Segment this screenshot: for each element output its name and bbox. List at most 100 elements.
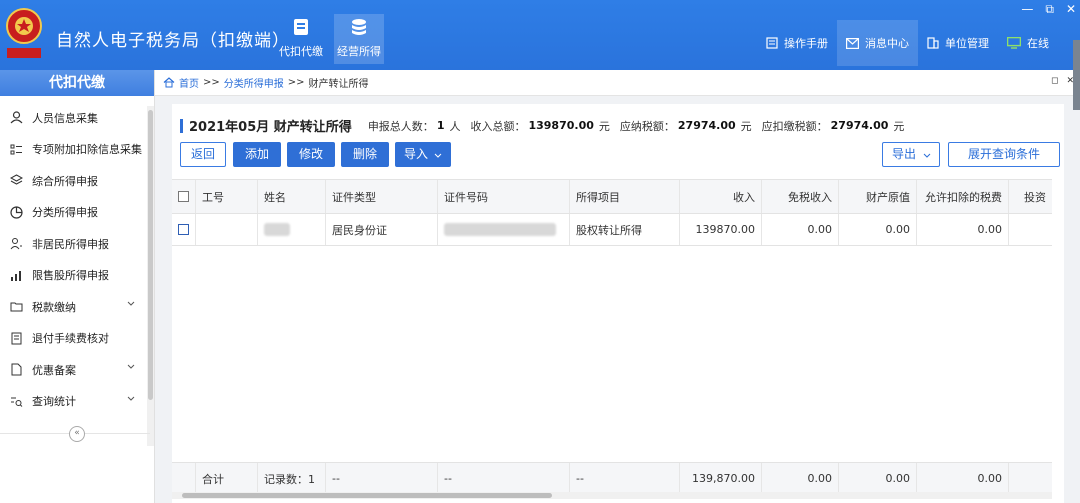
- select-all-checkbox[interactable]: [178, 191, 189, 202]
- withhold-value: 27974.00: [830, 119, 889, 132]
- sidebar-item-label: 人员信息采集: [32, 111, 98, 125]
- cell-investment: [1009, 214, 1052, 245]
- sidebar-item-preferential[interactable]: 优惠备案: [0, 354, 154, 386]
- tax-value: 27974.00: [677, 119, 736, 132]
- footer-deductible: 0.00: [917, 463, 1009, 494]
- collapse-sidebar-button[interactable]: «: [69, 426, 85, 442]
- sidebar-item-comprehensive[interactable]: 综合所得申报: [0, 165, 154, 197]
- manual-icon: [766, 37, 778, 49]
- app-title: 自然人电子税务局（扣缴端）: [56, 31, 290, 51]
- tab-withholding[interactable]: 代扣代缴: [276, 14, 326, 64]
- sidebar-item-label: 查询统计: [32, 395, 76, 409]
- redacted-id-number: [444, 223, 556, 236]
- scrollbar-thumb[interactable]: [182, 493, 552, 498]
- online-status[interactable]: 在线: [998, 20, 1058, 66]
- cell-income-item: 股权转让所得: [570, 214, 680, 245]
- footer-original-value: 0.00: [839, 463, 917, 494]
- import-label: 导入: [404, 147, 429, 161]
- column-header[interactable]: 投资: [1009, 180, 1052, 213]
- footer-total-label: 合计: [196, 463, 258, 494]
- redacted-name: [264, 223, 290, 236]
- sidebar-item-classified[interactable]: 分类所得申报: [0, 197, 154, 229]
- cell-id-type: 居民身份证: [326, 214, 438, 245]
- tax-label: 应纳税额：: [619, 119, 675, 133]
- message-center-button[interactable]: 消息中心: [837, 20, 918, 66]
- file-icon: [11, 363, 22, 376]
- panel-controls: ◻ ✕: [1051, 76, 1074, 86]
- page-title: 2021年05月 财产转让所得: [189, 120, 352, 135]
- tab-label: 经营所得: [337, 45, 381, 58]
- row-checkbox[interactable]: [178, 224, 189, 235]
- import-dropdown[interactable]: 导入: [395, 142, 451, 167]
- tab-business-income[interactable]: 经营所得: [334, 14, 384, 64]
- column-header[interactable]: 允许扣除的税费: [917, 180, 1009, 213]
- minimize-button[interactable]: —: [1021, 2, 1033, 17]
- main-panel: 2021年05月 财产转让所得 申报总人数： 1 人 收入总额： 139870.00 元…: [172, 104, 1064, 503]
- mail-icon: [846, 37, 859, 49]
- breadcrumb-classified[interactable]: 分类所得申报: [224, 75, 284, 90]
- sidebar-title: 代扣代缴: [0, 70, 154, 96]
- sidebar-item-personnel[interactable]: 人员信息采集: [0, 102, 154, 134]
- unit-management-button[interactable]: 单位管理: [918, 20, 998, 66]
- sidebar-scrollbar[interactable]: [147, 106, 154, 446]
- top-right-menu: 操作手册 消息中心 单位管理 在线: [757, 20, 1058, 66]
- sidebar-item-label: 限售股所得申报: [32, 269, 109, 283]
- sidebar-item-label: 分类所得申报: [32, 206, 98, 220]
- right-edge-scrollbar[interactable]: [1073, 40, 1080, 110]
- sidebar-item-nonresident[interactable]: 非居民所得申报: [0, 228, 154, 260]
- title-accent: [180, 118, 183, 133]
- sidebar-item-label: 专项附加扣除信息采集: [32, 143, 142, 157]
- data-table: 工号 姓名 证件类型 证件号码 所得项目 收入 免税收入 财产原值 允许扣除的税…: [172, 179, 1052, 499]
- column-header[interactable]: 收入: [680, 180, 762, 213]
- close-button[interactable]: ✕: [1066, 2, 1076, 17]
- sidebar-item-label: 退付手续费核对: [32, 332, 109, 346]
- footer-record-count: 记录数：1: [258, 463, 326, 494]
- income-value: 139870.00: [528, 119, 594, 132]
- add-button[interactable]: 添加: [233, 142, 281, 167]
- toolbar: 返回 添加 修改 删除 导入 导出 展开查询条件: [180, 142, 1060, 168]
- edit-button[interactable]: 修改: [287, 142, 335, 167]
- back-button[interactable]: 返回: [180, 142, 226, 167]
- manual-button[interactable]: 操作手册: [757, 20, 837, 66]
- list-icon: [10, 144, 22, 155]
- coins-icon: [352, 19, 366, 35]
- restore-panel-icon[interactable]: ◻: [1051, 76, 1058, 86]
- app-header: 自然人电子税务局（扣缴端） 代扣代缴 经营所得 操作手册 消息中心 单位管理 在…: [0, 0, 1080, 70]
- export-dropdown[interactable]: 导出: [882, 142, 940, 167]
- income-label: 收入总额：: [470, 119, 526, 133]
- count-label: 申报总人数：: [367, 119, 434, 133]
- layers-icon: [10, 174, 23, 185]
- cell-income: 139870.00: [680, 214, 762, 245]
- sidebar-item-refund-fee[interactable]: 退付手续费核对: [0, 323, 154, 355]
- footer-id-number: --: [438, 463, 570, 494]
- footer-item: --: [570, 463, 680, 494]
- breadcrumb-separator: >>: [203, 77, 220, 88]
- withhold-label: 应扣缴税额：: [761, 119, 828, 133]
- column-header[interactable]: 证件类型: [326, 180, 438, 213]
- column-header[interactable]: 证件号码: [438, 180, 570, 213]
- message-center-label: 消息中心: [865, 37, 909, 50]
- restore-button[interactable]: ⧉: [1045, 2, 1054, 17]
- sidebar-item-restricted-shares[interactable]: 限售股所得申报: [0, 260, 154, 292]
- sidebar: 代扣代缴 人员信息采集 专项附加扣除信息采集 综合所得申报 分类所得申报 非居民…: [0, 70, 155, 503]
- sidebar-item-special-deduction[interactable]: 专项附加扣除信息采集: [0, 134, 154, 166]
- column-header[interactable]: 财产原值: [839, 180, 917, 213]
- sidebar-item-tax-payment[interactable]: 税款缴纳: [0, 291, 154, 323]
- breadcrumb-home[interactable]: 首页: [179, 75, 199, 90]
- manual-label: 操作手册: [784, 37, 828, 50]
- column-header[interactable]: 姓名: [258, 180, 326, 213]
- count-unit: 人: [449, 119, 461, 133]
- column-header[interactable]: 免税收入: [762, 180, 839, 213]
- scrollbar-thumb[interactable]: [148, 110, 153, 400]
- table-row[interactable]: 居民身份证 股权转让所得 139870.00 0.00 0.00 0.00: [172, 214, 1052, 246]
- expand-query-button[interactable]: 展开查询条件: [948, 142, 1060, 167]
- breadcrumb: 首页 >> 分类所得申报 >> 财产转让所得 ◻ ✕: [155, 70, 1080, 96]
- sidebar-item-query[interactable]: 查询统计: [0, 386, 154, 418]
- table-horizontal-scrollbar[interactable]: [172, 492, 1052, 499]
- cell-original-value: 0.00: [839, 214, 917, 245]
- delete-button[interactable]: 删除: [341, 142, 389, 167]
- footer-tax-free: 0.00: [762, 463, 839, 494]
- pie-icon: [10, 206, 23, 219]
- column-header[interactable]: 所得项目: [570, 180, 680, 213]
- column-header[interactable]: 工号: [196, 180, 258, 213]
